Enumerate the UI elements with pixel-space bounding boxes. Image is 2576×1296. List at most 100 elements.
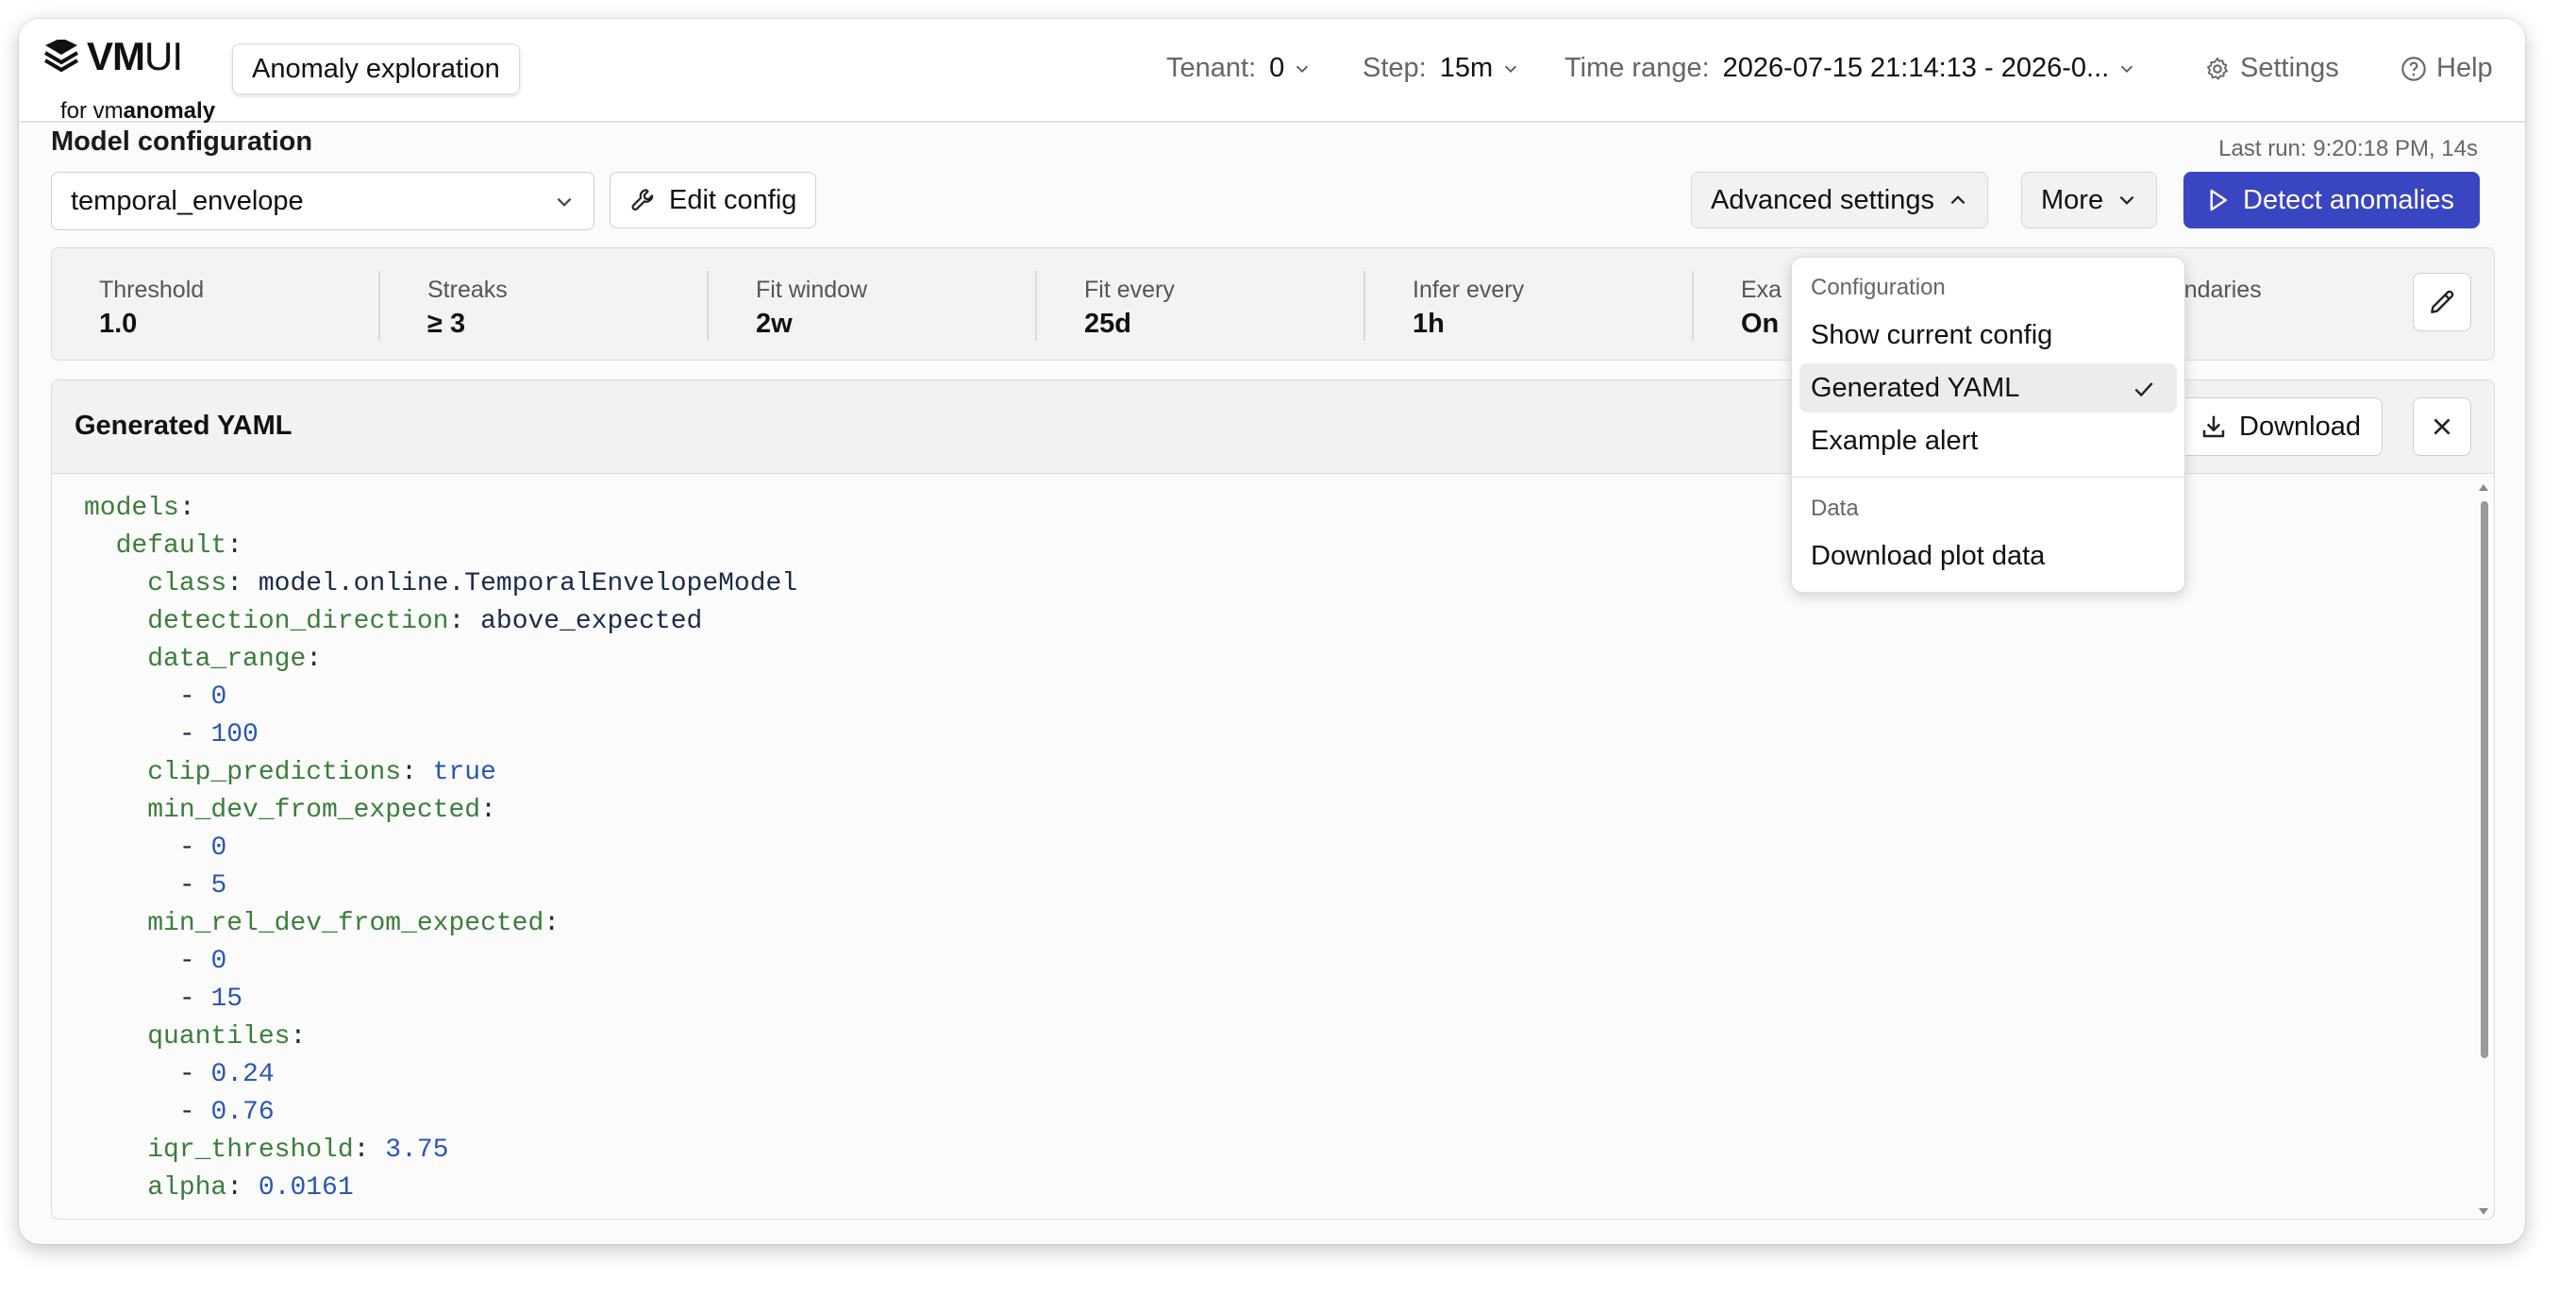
menu-item-label: Example alert	[1811, 426, 1979, 456]
pencil-icon	[2431, 290, 2454, 313]
close-icon	[2434, 418, 2451, 435]
help-circle-icon	[2401, 56, 2426, 81]
app-window: VMUI for vmanomaly Anomaly exploration T…	[19, 19, 2525, 1244]
scroll-up-arrow[interactable]	[2479, 484, 2488, 491]
yaml-line: detection_direction: above_expected	[147, 607, 703, 636]
model-select[interactable]: temporal_envelope	[51, 172, 594, 230]
scroll-down-arrow[interactable]	[2479, 1208, 2488, 1215]
app-mode-chip[interactable]: Anomaly exploration	[232, 43, 520, 94]
time-range-value: 2026-07-15 21:14:13 - 2026-0...	[1722, 53, 2110, 83]
time-range-selector[interactable]: Time range: 2026-07-15 21:14:13 - 2026-0…	[1564, 53, 2135, 84]
stat-fit-window: Fit window 2w	[709, 248, 1037, 362]
menu-item-label: Show current config	[1811, 320, 2053, 350]
stat-threshold: Threshold 1.0	[52, 248, 380, 362]
stat-fit-every: Fit every 25d	[1037, 248, 1365, 362]
gear-icon	[2207, 57, 2228, 79]
stat-value: 1h	[1413, 309, 1445, 339]
yaml-panel-title: Generated YAML	[75, 411, 293, 441]
menu-item-show-current-config[interactable]: Show current config	[1799, 311, 2177, 360]
step-label: Step:	[1363, 53, 1427, 83]
model-config-title: Model configuration	[51, 126, 313, 157]
yaml-scrollbar[interactable]	[2477, 482, 2490, 1215]
tenant-value: 0	[1269, 53, 1285, 83]
logo-subtitle: for vmanomaly	[60, 98, 216, 124]
help-button[interactable]: Help	[2400, 53, 2493, 84]
more-label: More	[2041, 184, 2104, 215]
edit-config-button[interactable]: Edit config	[610, 172, 817, 228]
edit-params-button[interactable]	[2413, 273, 2471, 331]
yaml-line: min_rel_dev_from_expected:	[147, 909, 560, 938]
chevron-down-icon	[2119, 195, 2134, 205]
download-label: Download	[2239, 411, 2361, 442]
yaml-code-block[interactable]: models: default: class: model.online.Tem…	[84, 490, 2456, 1207]
chevron-down-icon	[2121, 65, 2133, 73]
download-yaml-button[interactable]: Download	[2178, 397, 2383, 456]
yaml-line: data_range:	[147, 645, 323, 674]
stat-value: 1.0	[99, 309, 138, 339]
step-value: 15m	[1439, 53, 1494, 83]
yaml-line: alpha: 0.0161	[147, 1173, 354, 1203]
yaml-line: quantiles:	[147, 1022, 307, 1052]
yaml-line: - 0	[178, 682, 227, 712]
model-select-value: temporal_envelope	[71, 186, 304, 216]
yaml-line: iqr_threshold: 3.75	[147, 1136, 449, 1165]
logo-stack-icon	[43, 40, 79, 73]
last-run-status: Last run: 9:20:18 PM, 14s	[2218, 136, 2478, 161]
yaml-line: clip_predictions: true	[147, 758, 496, 787]
yaml-line: - 0	[178, 833, 227, 863]
tenant-selector[interactable]: Tenant: 0	[1166, 53, 1311, 84]
close-yaml-button[interactable]	[2413, 397, 2471, 456]
stat-label: Fit window	[756, 277, 868, 303]
stat-label: Threshold	[99, 277, 205, 303]
yaml-line: - 5	[178, 871, 227, 900]
chevron-down-icon	[1505, 65, 1517, 73]
detect-anomalies-button[interactable]: Detect anomalies	[2183, 172, 2480, 228]
tenant-label: Tenant:	[1166, 53, 1257, 83]
time-range-label: Time range:	[1564, 53, 1710, 83]
chevron-up-icon	[1950, 195, 1965, 205]
yaml-line: - 100	[178, 720, 259, 749]
detect-anomalies-label: Detect anomalies	[2243, 184, 2455, 215]
help-label: Help	[2436, 53, 2493, 83]
stat-value: 2w	[756, 309, 793, 339]
stat-label: Streaks	[427, 277, 508, 303]
edit-config-label: Edit config	[669, 184, 797, 215]
play-icon	[2210, 189, 2227, 211]
menu-item-label: Generated YAML	[1811, 373, 2020, 403]
stat-value: 25d	[1084, 309, 1131, 339]
stat-infer-every: Infer every 1h	[1365, 248, 1694, 362]
menu-item-generated-yaml[interactable]: Generated YAML	[1799, 363, 2177, 412]
yaml-line: - 15	[178, 985, 243, 1014]
more-dropdown-menu: Configuration Show current config Genera…	[1791, 257, 2185, 593]
chevron-down-icon	[1296, 65, 1309, 73]
chevron-down-icon	[557, 197, 572, 207]
stat-value: On	[1741, 309, 1780, 339]
logo-text: VMUI	[87, 34, 183, 78]
yaml-line: - 0	[178, 947, 227, 976]
settings-label: Settings	[2240, 53, 2339, 83]
menu-group-data: Data	[1811, 496, 1859, 521]
scroll-thumb[interactable]	[2481, 501, 2488, 1058]
yaml-line: min_dev_from_expected:	[147, 796, 496, 825]
menu-divider	[1792, 477, 2184, 478]
stat-value: ≥ 3	[427, 309, 466, 339]
stat-label: Fit every	[1084, 277, 1175, 303]
stat-label: Exa	[1741, 277, 1782, 303]
vmui-logo[interactable]: VMUI for vmanomaly	[40, 34, 219, 124]
advanced-settings-label: Advanced settings	[1711, 184, 1934, 215]
top-header: VMUI for vmanomaly Anomaly exploration T…	[19, 19, 2525, 124]
step-selector[interactable]: Step: 15m	[1363, 53, 1519, 84]
yaml-line: - 0.24	[178, 1060, 275, 1089]
stat-label: Infer every	[1413, 277, 1525, 303]
menu-item-download-plot-data[interactable]: Download plot data	[1799, 531, 2177, 581]
wrench-icon	[631, 189, 654, 211]
download-icon	[2202, 415, 2225, 438]
menu-item-label: Download plot data	[1811, 541, 2046, 571]
stat-streaks: Streaks ≥ 3	[380, 248, 709, 362]
menu-item-example-alert[interactable]: Example alert	[1799, 416, 2177, 465]
advanced-settings-button[interactable]: Advanced settings	[1691, 172, 1988, 228]
more-button[interactable]: More	[2021, 172, 2158, 228]
menu-group-configuration: Configuration	[1811, 275, 1946, 300]
settings-button[interactable]: Settings	[2204, 53, 2339, 84]
yaml-line: - 0.76	[178, 1098, 275, 1127]
